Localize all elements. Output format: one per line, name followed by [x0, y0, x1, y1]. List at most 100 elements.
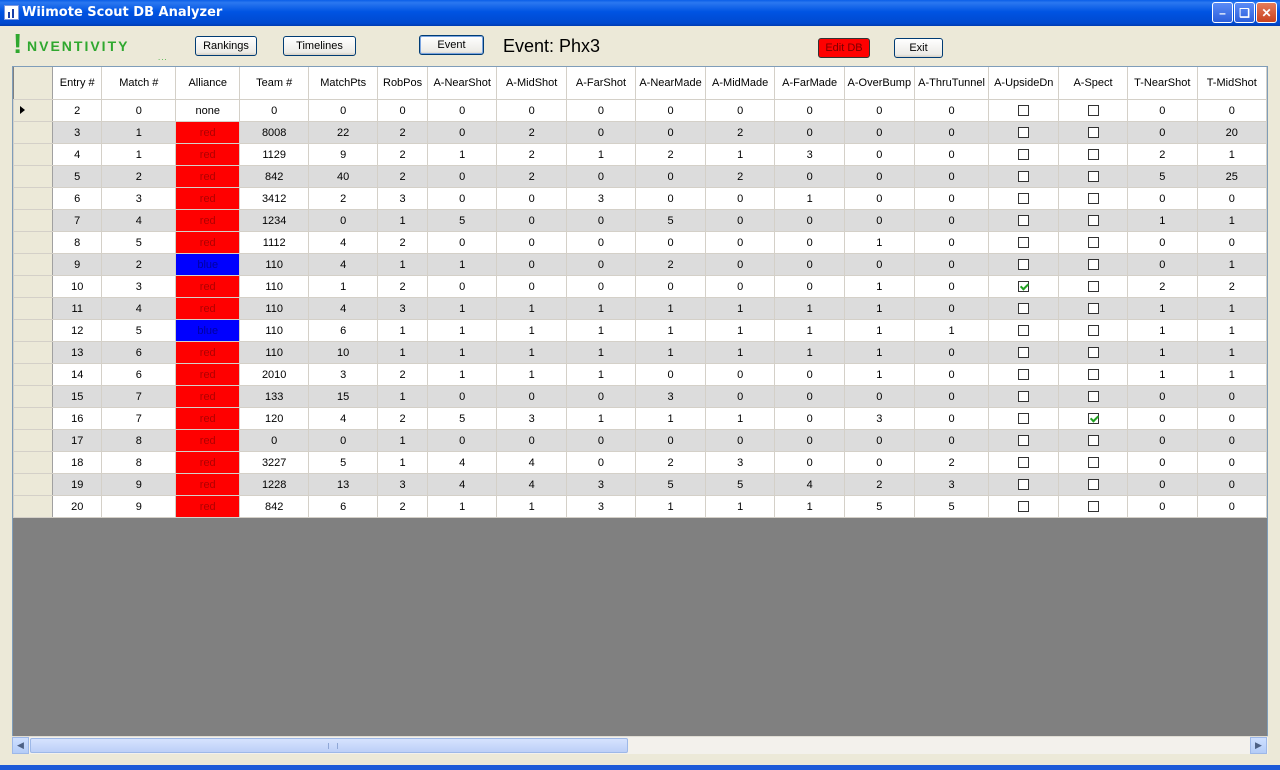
- column-header[interactable]: Team #: [239, 67, 310, 100]
- checkbox[interactable]: [1087, 281, 1099, 293]
- grid-cell[interactable]: 0: [1127, 253, 1198, 276]
- grid-cell[interactable]: 4: [774, 473, 845, 496]
- checkbox-cell[interactable]: [988, 407, 1060, 430]
- grid-cell[interactable]: 13: [51, 341, 103, 364]
- grid-cell[interactable]: 1: [565, 143, 637, 166]
- grid-cell[interactable]: 3412: [239, 187, 310, 210]
- grid-cell[interactable]: 0: [774, 99, 845, 122]
- checkbox-cell[interactable]: [988, 495, 1060, 518]
- grid-cell[interactable]: 2: [704, 121, 776, 144]
- checkbox-cell[interactable]: [988, 99, 1060, 122]
- grid-cell[interactable]: 1: [1196, 297, 1267, 320]
- grid-cell[interactable]: 40: [308, 165, 379, 188]
- checkbox[interactable]: [1018, 325, 1030, 337]
- grid-cell[interactable]: 2: [377, 231, 428, 254]
- table-row[interactable]: 15 7 red 133 15 1 0 0 0 3 0 0 0 0 0 0: [13, 385, 1267, 408]
- row-header[interactable]: [13, 363, 53, 386]
- grid-cell[interactable]: 0: [426, 187, 498, 210]
- grid-cell[interactable]: 0: [913, 187, 990, 210]
- grid-cell[interactable]: 0: [704, 363, 776, 386]
- grid-cell[interactable]: 0: [774, 121, 845, 144]
- grid-cell[interactable]: 4: [496, 473, 567, 496]
- checkbox[interactable]: [1018, 303, 1030, 315]
- checkbox-cell[interactable]: [988, 253, 1060, 276]
- grid-cell[interactable]: 0: [913, 407, 990, 430]
- grid-cell[interactable]: 1: [426, 495, 498, 518]
- row-header[interactable]: [13, 319, 53, 342]
- checkbox-cell[interactable]: [1058, 451, 1128, 474]
- data-grid[interactable]: Entry # Match # Alliance Team # MatchPts RobP…: [12, 66, 1268, 754]
- row-header-corner[interactable]: [13, 67, 53, 100]
- exit-button[interactable]: Exit: [894, 38, 943, 58]
- column-header[interactable]: A-FarShot: [566, 67, 637, 100]
- alliance-cell[interactable]: red: [175, 385, 241, 408]
- checkbox-cell[interactable]: [988, 473, 1060, 496]
- grid-cell[interactable]: 0: [308, 209, 379, 232]
- alliance-cell[interactable]: red: [175, 209, 241, 232]
- grid-cell[interactable]: 0: [843, 429, 915, 452]
- checkbox-cell[interactable]: [988, 275, 1060, 298]
- grid-cell[interactable]: 2: [377, 363, 428, 386]
- grid-cell[interactable]: 2: [1127, 143, 1198, 166]
- grid-cell[interactable]: 0: [496, 253, 567, 276]
- grid-cell[interactable]: 1: [1196, 341, 1267, 364]
- checkbox-cell[interactable]: [988, 451, 1060, 474]
- grid-cell[interactable]: 0: [565, 451, 637, 474]
- grid-cell[interactable]: 0: [704, 209, 776, 232]
- grid-cell[interactable]: 2: [635, 451, 706, 474]
- rankings-button[interactable]: Rankings: [195, 36, 257, 56]
- title-bar[interactable]: Wiimote Scout DB Analyzer – ❏ ✕: [0, 0, 1280, 26]
- grid-cell[interactable]: 0: [635, 187, 706, 210]
- grid-cell[interactable]: 20: [51, 495, 103, 518]
- grid-cell[interactable]: 1: [101, 143, 177, 166]
- checkbox-cell[interactable]: [988, 297, 1060, 320]
- grid-cell[interactable]: 0: [1127, 231, 1198, 254]
- grid-cell[interactable]: 110: [239, 319, 310, 342]
- grid-cell[interactable]: 2: [377, 143, 428, 166]
- table-row[interactable]: 9 2 blue 110 4 1 1 0 0 2 0 0 0 0 0 1: [13, 253, 1267, 276]
- checkbox-checked[interactable]: [1087, 413, 1099, 425]
- checkbox[interactable]: [1087, 237, 1099, 249]
- grid-cell[interactable]: 9: [101, 473, 177, 496]
- checkbox-cell[interactable]: [988, 363, 1060, 386]
- grid-cell[interactable]: 2: [496, 143, 567, 166]
- grid-cell[interactable]: 4: [308, 253, 379, 276]
- table-row[interactable]: 18 8 red 3227 5 1 4 4 0 2 3 0 0 2 0 0: [13, 451, 1267, 474]
- checkbox[interactable]: [1087, 171, 1099, 183]
- grid-cell[interactable]: 0: [308, 99, 379, 122]
- grid-cell[interactable]: 4: [51, 143, 103, 166]
- column-header[interactable]: A-MidMade: [705, 67, 776, 100]
- grid-cell[interactable]: 11: [51, 297, 103, 320]
- column-header[interactable]: A-OverBump: [844, 67, 915, 100]
- grid-cell[interactable]: 5: [913, 495, 990, 518]
- grid-cell[interactable]: 1: [496, 341, 567, 364]
- grid-cell[interactable]: 25: [1196, 165, 1267, 188]
- grid-cell[interactable]: 6: [308, 495, 379, 518]
- grid-cell[interactable]: 0: [377, 99, 428, 122]
- column-header[interactable]: MatchPts: [308, 67, 379, 100]
- column-header[interactable]: T-NearShot: [1127, 67, 1198, 100]
- grid-cell[interactable]: 3: [308, 363, 379, 386]
- checkbox[interactable]: [1018, 435, 1030, 447]
- grid-cell[interactable]: 2: [496, 121, 567, 144]
- table-row[interactable]: 3 1 red 8008 22 2 0 2 0 0 2 0 0 0 0 20: [13, 121, 1267, 144]
- grid-cell[interactable]: 0: [1127, 495, 1198, 518]
- grid-cell[interactable]: 0: [704, 253, 776, 276]
- grid-cell[interactable]: 0: [635, 231, 706, 254]
- checkbox-checked[interactable]: [1018, 281, 1030, 293]
- grid-cell[interactable]: 0: [1127, 429, 1198, 452]
- grid-cell[interactable]: 6: [101, 341, 177, 364]
- grid-cell[interactable]: 1: [843, 341, 915, 364]
- grid-cell[interactable]: 2: [377, 165, 428, 188]
- grid-cell[interactable]: 0: [774, 209, 845, 232]
- grid-cell[interactable]: 1: [1196, 143, 1267, 166]
- grid-cell[interactable]: 18: [51, 451, 103, 474]
- table-row[interactable]: 12 5 blue 110 6 1 1 1 1 1 1 1 1 1 1 1: [13, 319, 1267, 342]
- grid-cell[interactable]: 1: [843, 297, 915, 320]
- grid-cell[interactable]: 0: [1127, 407, 1198, 430]
- row-header[interactable]: [13, 275, 53, 298]
- grid-cell[interactable]: 3: [565, 495, 637, 518]
- grid-cell[interactable]: 9: [51, 253, 103, 276]
- row-header[interactable]: [13, 341, 53, 364]
- grid-cell[interactable]: 1228: [239, 473, 310, 496]
